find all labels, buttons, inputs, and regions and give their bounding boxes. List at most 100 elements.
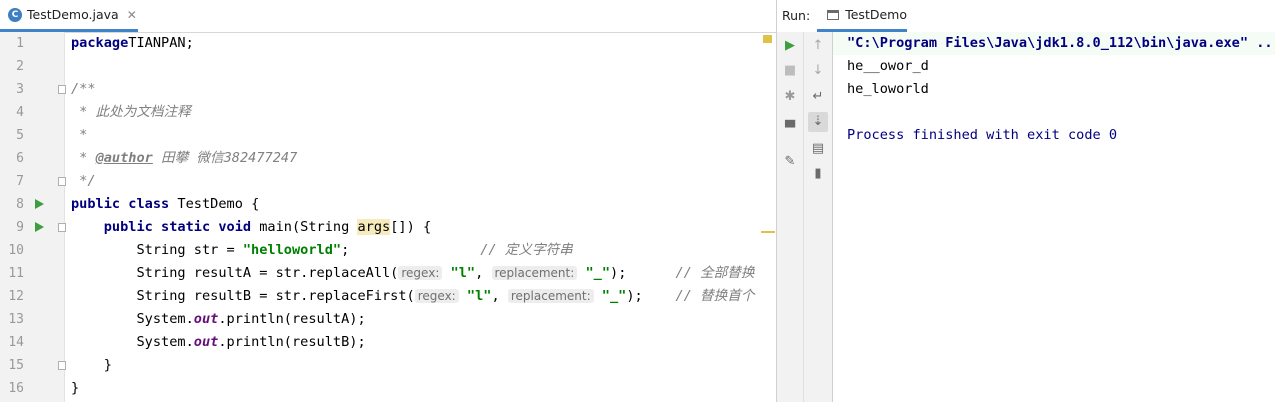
code-token: // 全部替换 — [675, 265, 755, 281]
console-line: he__owor_d — [847, 58, 929, 74]
code-line[interactable]: packageTIANPAN; — [71, 32, 194, 55]
line-number: 4 — [16, 105, 24, 120]
code-line[interactable]: */ — [71, 170, 95, 193]
console-line: he_loworld — [847, 81, 929, 97]
line-number: 3 — [16, 82, 24, 97]
code-token: String resultA = str.replaceAll( — [71, 265, 399, 281]
trash-icon[interactable]: ▮ — [808, 164, 828, 184]
code-token: .println(resultA); — [218, 311, 366, 327]
code-token: out — [193, 334, 219, 350]
line-number: 5 — [16, 128, 24, 143]
code-line[interactable]: String resultB = str.replaceFirst(regex:… — [71, 285, 754, 308]
run-tab-bar: Run: TestDemo — [777, 0, 1275, 33]
code-line[interactable]: * 此处为文档注释 — [71, 101, 191, 124]
code-token: "_" — [577, 265, 611, 281]
soft-wrap-icon[interactable]: ↵ — [808, 87, 828, 107]
code-token: String str = — [71, 242, 243, 258]
line-number: 13 — [8, 312, 24, 327]
layout-icon[interactable]: ▀ — [780, 119, 800, 139]
code-token: []) { — [390, 219, 432, 235]
tab-testdemo-java[interactable]: C TestDemo.java ✕ — [0, 0, 138, 32]
code-line[interactable]: System.out.println(resultA); — [71, 308, 366, 331]
code-token: package — [71, 35, 129, 51]
code-token: , — [491, 288, 508, 304]
code-line[interactable]: public class TestDemo { — [71, 193, 259, 216]
line-number: 8 — [16, 197, 24, 212]
code-line[interactable]: System.out.println(resultB); — [71, 331, 365, 354]
run-label: Run: — [782, 8, 811, 23]
code-line[interactable]: } — [71, 354, 112, 377]
tab-run-testdemo[interactable]: TestDemo — [817, 0, 907, 32]
code-line[interactable]: } — [71, 377, 79, 400]
line-number: 14 — [8, 335, 24, 350]
line-number: 12 — [8, 289, 24, 304]
code-line[interactable]: * — [71, 124, 87, 147]
code-token: // 替换首个 — [675, 288, 755, 304]
code-token: ; — [341, 242, 481, 258]
code-token: , — [475, 265, 492, 281]
code-token: String resultB = str.replaceFirst( — [71, 288, 415, 304]
run-tab-label: TestDemo — [845, 7, 907, 22]
code-line[interactable]: String str = "helloworld"; // 定义字符串 — [71, 239, 573, 262]
code-token: main(String — [259, 219, 358, 235]
code-token: ); — [626, 288, 676, 304]
line-number: 15 — [8, 358, 24, 373]
line-number: 2 — [16, 59, 24, 74]
scroll-to-end-icon[interactable]: ⇣ — [808, 112, 828, 132]
code-token: TIANPAN; — [128, 35, 194, 51]
console-toolbar: ↑ ↓ ↵ ⇣ ▤ ▮ — [804, 32, 833, 402]
rerun-icon[interactable]: ▶ — [780, 36, 800, 56]
code-token: "_" — [593, 288, 627, 304]
code-token: public class — [71, 196, 178, 212]
code-token: ); — [610, 265, 676, 281]
code-area[interactable]: packageTIANPAN; /** * 此处为文档注释 * * @author… — [64, 32, 776, 402]
debug-settings-icon[interactable]: ✱ — [780, 87, 800, 107]
code-token: * 此处为文档注释 — [71, 104, 191, 120]
run-tool-window: Run: TestDemo ▶ ■ ✱ ▀ ✎ ↑ ↓ ↵ ⇣ ▤ ▮ "C:\… — [777, 0, 1275, 402]
editor-pane: C TestDemo.java ✕ 1 2 3 4 5 6 7 8 9 10 11 12 13 14 15 1… — [0, 0, 777, 402]
editor-tab-bar: C TestDemo.java ✕ — [0, 0, 776, 33]
warning-marker-icon[interactable] — [763, 35, 772, 43]
code-line[interactable]: /** — [71, 78, 96, 101]
arrow-up-icon[interactable]: ↑ — [808, 36, 828, 56]
pin-icon[interactable]: ✎ — [780, 152, 800, 172]
code-token: } — [71, 380, 80, 396]
code-token: "l" — [458, 288, 492, 304]
run-toolbar: ▶ ■ ✱ ▀ ✎ — [777, 32, 804, 402]
code-token: * — [71, 150, 96, 166]
parameter-hint: regex: — [414, 289, 459, 303]
line-number: 7 — [16, 174, 24, 189]
print-icon[interactable]: ▤ — [808, 139, 828, 159]
run-gutter-icon[interactable] — [35, 222, 44, 232]
code-token: // 定义字符串 — [480, 242, 573, 258]
error-stripe-mark[interactable] — [761, 231, 775, 233]
line-gutter[interactable]: 1 2 3 4 5 6 7 8 9 10 11 12 13 14 15 16 — [0, 32, 66, 402]
java-class-icon: C — [8, 7, 22, 22]
code-line[interactable]: * @author 田攀 微信382477247 — [71, 147, 297, 170]
line-number: 1 — [16, 36, 24, 51]
code-line[interactable]: String resultA = str.replaceAll(regex: "… — [71, 262, 754, 285]
code-token: args — [357, 219, 391, 235]
line-number: 6 — [16, 151, 24, 166]
code-token: 田攀 微信382477247 — [152, 150, 298, 166]
line-number: 16 — [8, 381, 24, 396]
console-line: Process finished with exit code 0 — [847, 127, 1118, 143]
stop-icon[interactable]: ■ — [780, 61, 800, 81]
code-token: System. — [71, 311, 194, 327]
arrow-down-icon[interactable]: ↓ — [808, 61, 828, 81]
console-icon — [827, 9, 840, 20]
close-icon[interactable]: ✕ — [127, 8, 137, 22]
console-output[interactable]: "C:\Program Files\Java\jdk1.8.0_112\bin\… — [833, 32, 1275, 402]
code-token: TestDemo { — [177, 196, 260, 212]
code-token: public static void — [103, 219, 260, 235]
parameter-hint: replacement: — [491, 266, 578, 280]
code-token: * — [71, 127, 88, 143]
run-gutter-icon[interactable] — [35, 199, 44, 209]
code-token: out — [193, 311, 219, 327]
line-number: 9 — [16, 220, 24, 235]
code-line[interactable]: public static void main(String args[]) { — [71, 216, 431, 239]
console-command-line: "C:\Program Files\Java\jdk1.8.0_112\bin\… — [833, 32, 1275, 55]
line-number: 11 — [8, 266, 24, 281]
code-token: "helloworld" — [242, 242, 342, 258]
